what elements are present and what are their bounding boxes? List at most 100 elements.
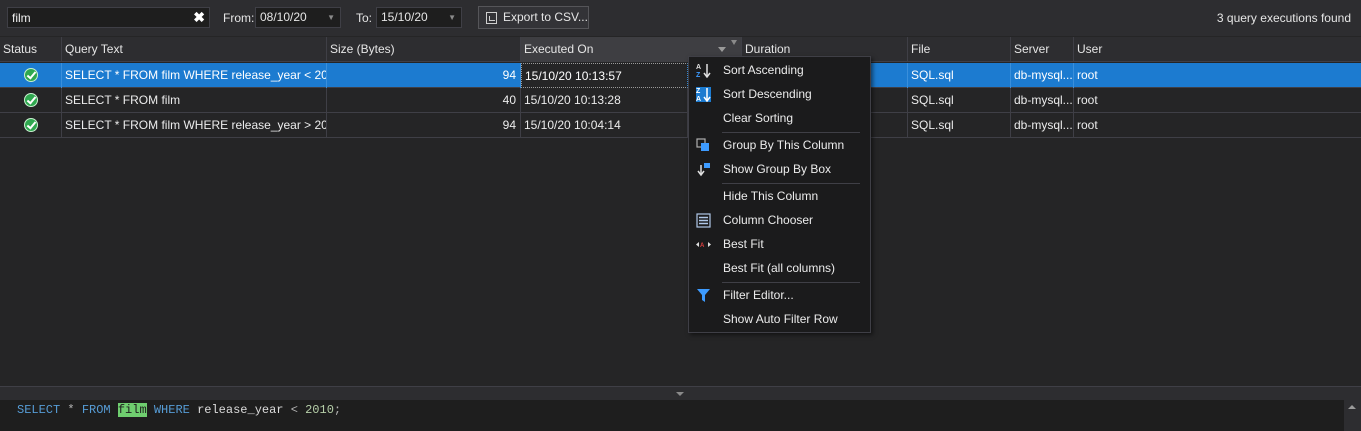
menu-item-column-chooser[interactable]: Column Chooser xyxy=(690,209,869,232)
sort-ascending-icon: A Z xyxy=(696,64,711,78)
chevron-down-icon[interactable]: ▼ xyxy=(327,8,335,27)
filter-icon xyxy=(697,289,710,302)
svg-text:Z: Z xyxy=(696,72,701,78)
export-csv-button[interactable]: Export to CSV... xyxy=(478,6,589,29)
success-check-icon xyxy=(24,118,38,132)
from-date-value: 08/10/20 xyxy=(260,10,307,24)
menu-item-sort-ascending[interactable]: A Z Sort Ascending xyxy=(690,59,869,82)
from-label: From: xyxy=(223,11,255,25)
menu-item-show-auto-filter-row[interactable]: Show Auto Filter Row xyxy=(690,308,869,331)
size-cell: 40 xyxy=(327,88,521,113)
sql-operator: < xyxy=(290,403,298,417)
to-date-picker[interactable]: 15/10/20 ▼ xyxy=(376,7,462,28)
editor-scrollbar[interactable] xyxy=(1344,400,1361,431)
menu-item-show-group-by-box[interactable]: Show Group By Box xyxy=(690,158,869,181)
toolbar: ✖ From: 08/10/20 ▼ To: 15/10/20 ▼ Export… xyxy=(0,0,1361,36)
duration-cell xyxy=(871,88,908,113)
column-header-status[interactable]: Status xyxy=(0,37,62,62)
collapse-arrow-icon[interactable] xyxy=(676,392,684,396)
to-label: To: xyxy=(356,11,373,25)
menu-item-best-fit-all[interactable]: Best Fit (all columns) xyxy=(690,257,869,280)
column-header-file[interactable]: File xyxy=(908,37,1011,62)
menu-item-label: Show Group By Box xyxy=(723,162,832,176)
column-header-size[interactable]: Size (Bytes) xyxy=(327,37,521,62)
sql-number: 2010 xyxy=(305,403,334,417)
duration-cell xyxy=(871,113,908,138)
search-box: ✖ xyxy=(7,7,210,28)
column-header-server[interactable]: Server xyxy=(1011,37,1074,62)
sql-keyword: SELECT xyxy=(17,403,61,417)
size-cell: 94 xyxy=(327,113,521,138)
column-header-user[interactable]: User xyxy=(1074,37,1361,62)
executed-on-cell: 15/10/20 10:04:14 xyxy=(521,113,688,138)
status-cell xyxy=(0,113,62,138)
menu-item-label: Best Fit xyxy=(723,237,764,251)
menu-item-label: Group By This Column xyxy=(723,138,845,152)
menu-item-sort-descending[interactable]: Z A Sort Descending xyxy=(690,83,869,106)
menu-item-hide-column[interactable]: Hide This Column xyxy=(690,185,869,208)
best-fit-icon: A xyxy=(696,242,711,249)
column-filter-icon[interactable] xyxy=(731,40,737,45)
server-cell: db-mysql... xyxy=(1011,88,1074,113)
user-cell: root xyxy=(1077,118,1098,132)
duration-cell xyxy=(871,63,908,88)
column-chooser-icon xyxy=(696,213,711,228)
menu-item-label: Clear Sorting xyxy=(723,111,794,125)
svg-text:Z: Z xyxy=(696,88,701,95)
query-text-cell: SELECT * FROM film xyxy=(62,88,327,113)
menu-item-group-by-column[interactable]: Group By This Column xyxy=(690,134,869,157)
sql-keyword: FROM xyxy=(81,403,111,417)
table-row[interactable]: SELECT * FROM film WHERE release_year > … xyxy=(0,113,1361,138)
column-context-menu: A Z Sort Ascending Z A Sort Descending C… xyxy=(688,56,871,333)
group-box-icon xyxy=(697,163,710,177)
query-text-cell: SELECT * FROM film WHERE release_year > … xyxy=(62,113,327,138)
query-text-cell: SELECT * FROM film WHERE release_year < … xyxy=(62,63,327,88)
result-count: 3 query executions found xyxy=(1216,11,1351,25)
menu-item-best-fit[interactable]: A Best Fit xyxy=(690,233,869,256)
success-check-icon xyxy=(24,68,38,82)
file-cell: SQL.sql xyxy=(908,113,1011,138)
svg-text:A: A xyxy=(696,96,701,102)
sort-descending-icon: Z A xyxy=(696,87,711,102)
group-by-icon xyxy=(696,138,709,151)
column-header-executed-on-label: Executed On xyxy=(524,42,594,56)
sql-keyword: WHERE xyxy=(153,403,190,417)
menu-item-filter-editor[interactable]: Filter Editor... xyxy=(690,284,869,307)
column-header-query-text[interactable]: Query Text xyxy=(62,37,327,62)
success-check-icon xyxy=(24,93,38,107)
grid-header: Status Query Text Size (Bytes) Executed … xyxy=(0,37,1361,62)
menu-item-label: Show Auto Filter Row xyxy=(723,312,838,326)
size-cell: 94 xyxy=(327,63,521,88)
sort-indicator-icon xyxy=(718,47,726,52)
file-cell: SQL.sql xyxy=(908,63,1011,88)
menu-item-label: Sort Descending xyxy=(723,87,812,101)
sql-search-highlight: film xyxy=(117,403,147,417)
sql-identifier: release_year xyxy=(197,403,284,417)
server-cell: db-mysql... xyxy=(1011,113,1074,138)
menu-item-label: Hide This Column xyxy=(723,189,819,203)
scroll-up-icon[interactable] xyxy=(1348,405,1356,409)
export-csv-label: Export to CSV... xyxy=(503,10,588,24)
sql-operator: * xyxy=(67,403,75,417)
svg-text:A: A xyxy=(696,64,701,71)
from-date-picker[interactable]: 08/10/20 ▼ xyxy=(255,7,341,28)
sql-preview-editor[interactable]: SELECT * FROM film WHERE release_year < … xyxy=(0,400,1344,431)
status-cell xyxy=(0,88,62,113)
panel-splitter[interactable] xyxy=(0,386,1361,400)
menu-item-label: Best Fit (all columns) xyxy=(723,261,836,275)
server-cell: db-mysql... xyxy=(1011,63,1074,88)
clear-search-icon[interactable]: ✖ xyxy=(193,9,205,26)
chevron-down-icon[interactable]: ▼ xyxy=(448,8,456,27)
table-row[interactable]: SELECT * FROM film 40 15/10/20 10:13:28 … xyxy=(0,88,1361,113)
user-cell: root xyxy=(1077,93,1098,107)
to-date-value: 15/10/20 xyxy=(381,10,428,24)
status-cell xyxy=(0,63,62,88)
menu-item-clear-sorting[interactable]: Clear Sorting xyxy=(690,107,869,130)
table-row[interactable]: SELECT * FROM film WHERE release_year < … xyxy=(0,63,1361,88)
file-cell: SQL.sql xyxy=(908,88,1011,113)
export-icon xyxy=(486,12,497,24)
search-input[interactable] xyxy=(8,8,188,27)
menu-item-label: Column Chooser xyxy=(723,213,814,227)
menu-separator xyxy=(722,183,860,184)
user-cell: root xyxy=(1077,68,1098,82)
